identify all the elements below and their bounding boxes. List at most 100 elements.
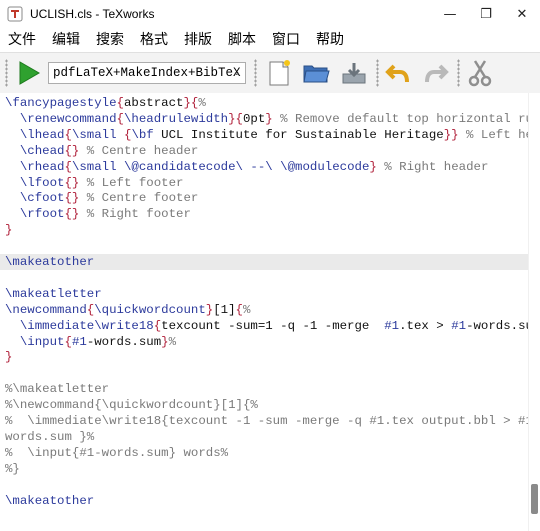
code-token: \newcommand <box>5 302 87 317</box>
menu-help[interactable]: 帮助 <box>308 29 352 49</box>
code-token: -words.sum <box>466 318 529 333</box>
code-token: } <box>228 111 236 126</box>
code-token: } <box>369 159 377 174</box>
toolbar-grip[interactable] <box>5 59 8 87</box>
code-token: abstract <box>123 96 184 110</box>
code-token: \renewcommand <box>19 111 117 126</box>
new-document-icon <box>269 60 290 86</box>
code-line[interactable] <box>0 270 529 286</box>
code-line[interactable] <box>0 477 529 493</box>
code-token: }} <box>443 127 459 142</box>
code-token: { <box>64 159 72 174</box>
open-button[interactable] <box>300 57 332 89</box>
code-token: % <box>168 334 177 349</box>
code-line[interactable] <box>0 238 529 254</box>
engine-select-value: pdfLaTeX+MakeIndex+BibTeX <box>53 66 241 80</box>
code-token: { <box>116 111 124 126</box>
code-line[interactable]: \chead{} % Centre header <box>0 143 529 159</box>
new-document-button[interactable] <box>263 57 295 89</box>
code-token: [1] <box>213 302 236 317</box>
typeset-icon <box>19 61 40 85</box>
code-line[interactable]: % \input{#1-words.sum} words% <box>0 445 529 461</box>
toolbar-grip[interactable] <box>254 59 257 87</box>
menu-window[interactable]: 窗口 <box>264 29 308 49</box>
code-token: words.sum }% <box>5 429 95 444</box>
code-token: UCL Institute for Sustainable Heritage <box>153 127 444 142</box>
close-button[interactable]: ✕ <box>504 0 540 28</box>
code-token: #1 <box>71 334 87 349</box>
redo-button[interactable] <box>420 57 452 89</box>
code-token: \lfoot <box>19 175 65 190</box>
menu-typeset[interactable]: 排版 <box>176 29 220 49</box>
menu-edit[interactable]: 编辑 <box>44 29 88 49</box>
code-token: % \immediate\write18{texcount -1 -sum -m… <box>5 414 529 428</box>
code-token: #1 <box>451 318 467 333</box>
scrollbar-thumb[interactable] <box>531 484 538 514</box>
code-token: } <box>183 96 191 110</box>
code-token: {} <box>64 143 80 158</box>
cut-button[interactable] <box>464 57 496 89</box>
code-token: {} <box>64 207 80 222</box>
code-token: -words.sum <box>86 334 162 349</box>
code-token: % Centre footer <box>79 191 199 206</box>
code-token: \headrulewidth <box>123 111 229 126</box>
code-line[interactable]: \immediate\write18{texcount -sum=1 -q -1… <box>0 318 529 334</box>
code-line[interactable]: \renewcommand{\headrulewidth}{0pt} % Rem… <box>0 111 529 127</box>
code-line[interactable]: % \immediate\write18{texcount -1 -sum -m… <box>0 413 529 429</box>
maximize-button[interactable]: ❐ <box>468 0 504 28</box>
code-token: texcount -sum=1 -q -1 -merge <box>161 318 385 333</box>
toolbar-grip[interactable] <box>457 59 460 87</box>
menu-file[interactable]: 文件 <box>0 29 44 49</box>
code-line[interactable]: \rfoot{} % Right footer <box>0 206 529 222</box>
code-line[interactable]: } <box>0 349 529 365</box>
undo-button[interactable] <box>382 57 414 89</box>
code-token: \rfoot <box>19 207 65 222</box>
vertical-scrollbar[interactable] <box>528 93 540 531</box>
code-token: \bf <box>131 127 154 142</box>
code-line[interactable]: \rhead{\small \@candidatecode\ --\ \@mod… <box>0 159 529 175</box>
code-token: .tex > <box>399 318 452 333</box>
code-line[interactable]: } <box>0 222 529 238</box>
code-line[interactable]: \lfoot{} % Left footer <box>0 175 529 191</box>
code-line[interactable]: words.sum }% <box>0 429 529 445</box>
save-button[interactable] <box>338 57 370 89</box>
code-line[interactable]: \fancypagestyle{abstract}{% <box>0 95 529 111</box>
engine-select[interactable]: pdfLaTeX+MakeIndex+BibTeX ⌄ <box>48 62 246 84</box>
code-editor[interactable]: \fancypagestyle{abstract}{% \renewcomman… <box>0 93 529 531</box>
code-line[interactable]: \makeatother <box>0 493 529 509</box>
menu-scripts[interactable]: 脚本 <box>220 29 264 49</box>
code-token: \makeatletter <box>5 286 102 301</box>
minimize-button[interactable]: — <box>432 0 468 28</box>
texworks-app-icon <box>7 6 23 22</box>
code-line[interactable]: \lhead{\small {\bf UCL Institute for Sus… <box>0 127 529 143</box>
code-token: { <box>116 96 124 110</box>
code-token: {} <box>64 191 80 206</box>
code-token: \makeatother <box>5 493 95 508</box>
code-token: \quickwordcount <box>94 302 206 317</box>
code-line[interactable] <box>0 365 529 381</box>
code-token: \lhead <box>19 127 65 142</box>
code-line[interactable]: \cfoot{} % Centre footer <box>0 190 529 206</box>
typeset-button[interactable] <box>14 59 44 87</box>
code-line[interactable]: \makeatother <box>0 254 529 270</box>
code-line[interactable]: \input{#1-words.sum}% <box>0 334 529 350</box>
code-line[interactable]: %\makeatletter <box>0 381 529 397</box>
code-line[interactable]: %\newcommand{\quickwordcount}[1]{% <box>0 397 529 413</box>
menu-search[interactable]: 搜索 <box>88 29 132 49</box>
code-line[interactable]: \newcommand{\quickwordcount}[1]{% <box>0 302 529 318</box>
code-token: \small <box>71 159 117 174</box>
code-token: \chead <box>19 143 65 158</box>
window-controls: — ❐ ✕ <box>432 0 540 28</box>
code-line[interactable]: \makeatletter <box>0 286 529 302</box>
code-token: % <box>198 96 206 110</box>
menu-format[interactable]: 格式 <box>132 29 176 49</box>
code-line[interactable]: %} <box>0 461 529 477</box>
toolbar-grip[interactable] <box>376 59 379 87</box>
code-token: { <box>235 111 243 126</box>
